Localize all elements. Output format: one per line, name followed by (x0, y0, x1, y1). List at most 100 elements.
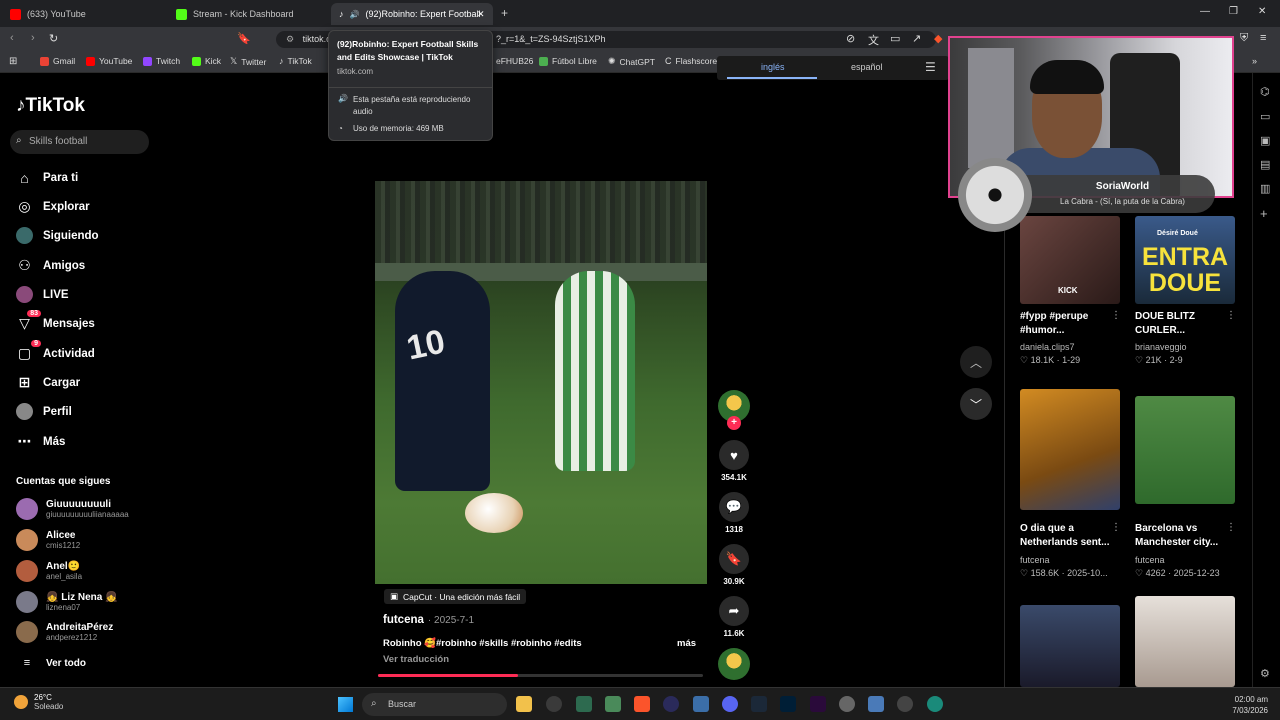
bookmark-youtube[interactable]: YouTube (86, 56, 132, 66)
following-account[interactable]: AndreitaPérez andperez1212 (16, 621, 113, 643)
capcut-badge[interactable]: ▣ CapCut · Una edición más fácil (384, 589, 527, 604)
vpn-icon[interactable]: ⛨ (1240, 32, 1248, 45)
bookmark-twitter[interactable]: 𝕏 Twitter (230, 56, 266, 67)
app-icon[interactable] (576, 696, 592, 712)
maximize-icon[interactable]: ❐ (1229, 6, 1238, 17)
bookmark-efhub[interactable]: eFHUB26 (496, 56, 533, 66)
tab-tiktok[interactable]: ♪ 🔊 (92)Robinho: Expert Football ✕ (331, 3, 493, 25)
taskbar-search[interactable]: ⌕ Buscar (362, 693, 507, 716)
bookmark-kick[interactable]: Kick (192, 56, 221, 66)
comment-action[interactable]: 💬 1318 (718, 492, 750, 534)
steam-icon[interactable] (751, 696, 767, 712)
history-icon[interactable]: ▥ (1260, 182, 1270, 195)
following-account[interactable]: Alicee cmis1212 (16, 529, 80, 551)
menu-icon[interactable]: ≡ (1260, 32, 1266, 44)
previous-video-button[interactable]: ︿ (960, 346, 992, 378)
discord-icon[interactable] (722, 696, 738, 712)
nav-mensajes[interactable]: ▽ 83 Mensajes (16, 310, 95, 332)
see-translation-button[interactable]: Ver traducción (383, 654, 449, 665)
video-thumbnail[interactable] (1135, 596, 1235, 687)
see-all-button[interactable]: ≡ Ver todo (16, 657, 86, 669)
cast-icon[interactable]: ▭ (890, 32, 900, 45)
tab-youtube[interactable]: (633) YouTube (2, 3, 167, 25)
bookmark-icon[interactable]: 🔖 (237, 32, 251, 45)
bookmark-tiktok[interactable]: ♪ TikTok (279, 56, 312, 66)
next-video-button[interactable]: ﹀ (960, 388, 992, 420)
apps-icon[interactable]: ⊞ (9, 56, 17, 67)
video-author[interactable]: futcena (1135, 555, 1165, 565)
edge-icon[interactable] (927, 696, 943, 712)
video-player[interactable]: 10 (375, 181, 707, 584)
video-thumbnail[interactable] (1020, 389, 1120, 510)
nav-siguiendo[interactable]: Siguiendo (16, 227, 99, 244)
video-title[interactable]: #fypp #perupe #humor... (1020, 310, 1120, 338)
video-title[interactable]: DOUE BLITZ CURLER... (1135, 310, 1235, 338)
more-options-icon[interactable]: ⋮ (1226, 522, 1236, 533)
video-title[interactable]: Barcelona vs Manchester city... (1135, 522, 1235, 550)
bookmark-gmail[interactable]: Gmail (40, 56, 75, 66)
video-author[interactable]: daniela.clips7 (1020, 342, 1075, 352)
bookmark-save-icon[interactable]: 🔖 (719, 544, 749, 574)
brave-icon[interactable] (634, 696, 650, 712)
weather-widget[interactable]: 26°C Soleado (14, 693, 63, 711)
forward-icon[interactable]: › (31, 32, 35, 44)
more-button[interactable]: más (677, 638, 696, 649)
video-title[interactable]: O dia que a Netherlands sent... (1020, 522, 1120, 550)
reload-icon[interactable]: ↻ (49, 32, 58, 45)
settings-gear-icon[interactable]: ⚙ (1260, 667, 1270, 680)
app-icon[interactable] (605, 696, 621, 712)
video-author[interactable]: futcena (1020, 555, 1050, 565)
bookmark-chatgpt[interactable]: ✺ ChatGPT (608, 56, 655, 67)
follow-plus-icon[interactable]: + (727, 416, 741, 430)
settings-icon[interactable] (839, 696, 855, 712)
mute-icon[interactable]: ⊘ (846, 32, 855, 45)
video-thumbnail[interactable] (1135, 396, 1235, 504)
bookmark-flashscore[interactable]: C Flashscore (665, 56, 717, 66)
nav-perfil[interactable]: Perfil (16, 403, 72, 420)
search-input[interactable]: ⌕ Skills football (10, 130, 149, 154)
brave-shield-icon[interactable]: ◆ (934, 32, 942, 45)
music-disc-avatar[interactable] (718, 648, 750, 680)
photoshop-icon[interactable] (780, 696, 796, 712)
file-explorer-icon[interactable] (516, 696, 532, 712)
chrome-icon[interactable] (546, 696, 562, 712)
calculator-icon[interactable] (693, 696, 709, 712)
like-action[interactable]: ♥ 354.1K (718, 440, 750, 482)
bookmarks-overflow-icon[interactable]: » (1252, 56, 1257, 66)
nav-para-ti[interactable]: ⌂ Para ti (16, 169, 78, 186)
share-arrow-icon[interactable]: ➦ (719, 596, 749, 626)
more-options-icon[interactable]: ⋮ (1111, 310, 1121, 321)
new-tab-icon[interactable]: + (501, 6, 508, 20)
tiktok-logo[interactable]: ♪TikTok (16, 95, 85, 117)
share-action[interactable]: ➦ 11.6K (718, 596, 750, 638)
comment-icon[interactable]: 💬 (719, 492, 749, 522)
nav-mas[interactable]: ⋯ Más (16, 433, 66, 450)
leo-ai-icon[interactable]: ⌬ (1260, 85, 1270, 98)
video-thumbnail[interactable]: Désiré Doué ENTRA DOUE (1135, 216, 1235, 304)
nav-actividad[interactable]: ▢ 9 Actividad (16, 340, 95, 362)
premiere-icon[interactable] (810, 696, 826, 712)
video-thumbnail[interactable] (1020, 605, 1120, 687)
translate-from-tab[interactable]: inglés (761, 62, 785, 72)
windows-start-icon[interactable] (338, 697, 353, 712)
player-icon[interactable] (897, 696, 913, 712)
video-author[interactable]: brianaveggio (1135, 342, 1187, 352)
reading-list-icon[interactable]: ▭ (1260, 110, 1270, 123)
notepad-icon[interactable] (868, 696, 884, 712)
video-thumbnail[interactable]: KICK (1020, 216, 1120, 304)
close-window-icon[interactable]: ✕ (1258, 6, 1266, 17)
nav-live[interactable]: LIVE (16, 286, 69, 303)
heart-icon[interactable]: ♥ (719, 440, 749, 470)
following-account[interactable]: Giuuuuuuuuli giuuuuuuuuuliianaaaaa (16, 498, 129, 520)
tab-kick-dashboard[interactable]: Stream - Kick Dashboard (168, 3, 330, 25)
translate-icon[interactable]: 文 (868, 32, 879, 48)
add-panel-icon[interactable]: + (1260, 206, 1268, 221)
bookmark-futbol-libre[interactable]: Fútbol Libre (539, 56, 597, 66)
nav-amigos[interactable]: ⚇ Amigos (16, 257, 85, 274)
video-progress-bar[interactable] (378, 674, 703, 677)
bookmark-twitch[interactable]: Twitch (143, 56, 180, 66)
media-icon[interactable] (663, 696, 679, 712)
following-account[interactable]: 👧 Liz Nena 👧 liznena07 (16, 591, 118, 613)
minimize-icon[interactable]: — (1200, 6, 1210, 17)
back-icon[interactable]: ‹ (10, 32, 14, 44)
